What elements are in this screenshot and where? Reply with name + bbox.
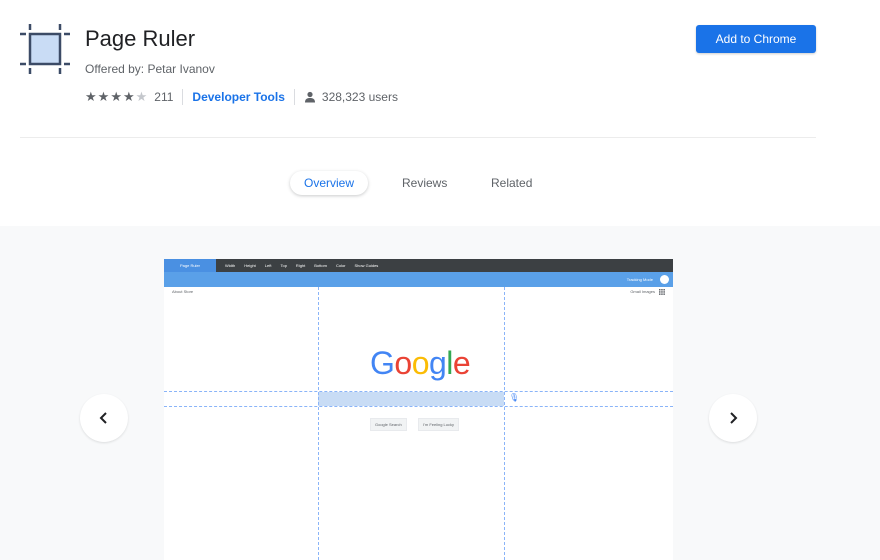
extension-meta: ★ ★ ★ ★ ★ 211 Developer Tools 328,323 us… — [85, 89, 398, 105]
star-empty-icon: ★ — [135, 89, 148, 104]
star-icon: ★ — [110, 89, 122, 104]
toolbar-label: Top — [280, 263, 287, 268]
ruler-square-icon — [20, 24, 70, 74]
chevron-left-icon — [99, 412, 107, 424]
tracking-mode: Tracking Mode — [626, 277, 653, 282]
star-icon: ★ — [122, 89, 135, 104]
guide-line — [318, 287, 319, 560]
star-icon: ★ — [97, 89, 110, 104]
divider — [182, 89, 184, 105]
star-icon: ★ — [85, 89, 97, 104]
toolbar-label: Left — [264, 263, 272, 268]
divider — [293, 89, 295, 105]
add-to-chrome-button[interactable]: Add to Chrome — [696, 25, 816, 53]
chevron-right-icon — [730, 412, 738, 424]
guide-line — [164, 391, 673, 392]
offered-by: Offered by: Petar Ivanov — [85, 62, 215, 76]
toolbar-label: Right — [295, 263, 306, 268]
google-logo: Google — [370, 345, 471, 381]
close-icon — [660, 275, 669, 284]
toolbar-label: Width — [225, 263, 236, 268]
rating-count[interactable]: 211 — [154, 90, 173, 104]
toolbar-label: Color — [335, 263, 346, 268]
toolbar-label: Height — [244, 263, 256, 268]
tab-overview[interactable]: Overview — [290, 171, 369, 195]
user-count: 328,323 users — [321, 90, 398, 104]
apps-grid-icon — [659, 289, 665, 295]
toolbar-label: Show Guides — [354, 263, 379, 268]
ruler-subtoolbar: Tracking Mode — [164, 272, 673, 287]
screenshot-gallery: Page Ruler Width Height Left Top Right B… — [0, 226, 880, 560]
feeling-lucky-button: I'm Feeling Lucky — [418, 418, 459, 431]
extension-header: Page Ruler Offered by: Petar Ivanov ★ ★ … — [0, 0, 880, 226]
star-rating[interactable]: ★ ★ ★ ★ ★ — [85, 89, 147, 105]
prev-button[interactable] — [80, 394, 128, 442]
ruler-brand: Page Ruler — [164, 259, 216, 272]
toolbar-label: Bottom — [314, 263, 327, 268]
tab-reviews[interactable]: Reviews — [388, 171, 461, 195]
header-divider — [20, 137, 816, 138]
google-search-button: Google Search — [370, 418, 407, 431]
screenshot-image[interactable]: Page Ruler Width Height Left Top Right B… — [164, 259, 673, 560]
guide-line — [164, 406, 673, 407]
extension-title: Page Ruler — [85, 26, 196, 51]
category-link[interactable]: Developer Tools — [192, 90, 284, 104]
search-input-highlight — [318, 392, 504, 406]
tab-bar: Overview Reviews Related — [0, 171, 880, 195]
next-button[interactable] — [709, 394, 757, 442]
person-icon — [304, 91, 315, 103]
google-nav-right: Gmail Images — [630, 289, 655, 294]
google-nav-left: About Store — [172, 289, 194, 294]
ruler-toolbar: Page Ruler Width Height Left Top Right B… — [164, 259, 673, 272]
guide-line — [504, 287, 505, 560]
tab-related[interactable]: Related — [477, 171, 546, 195]
mic-icon: 🎙 — [509, 393, 520, 402]
